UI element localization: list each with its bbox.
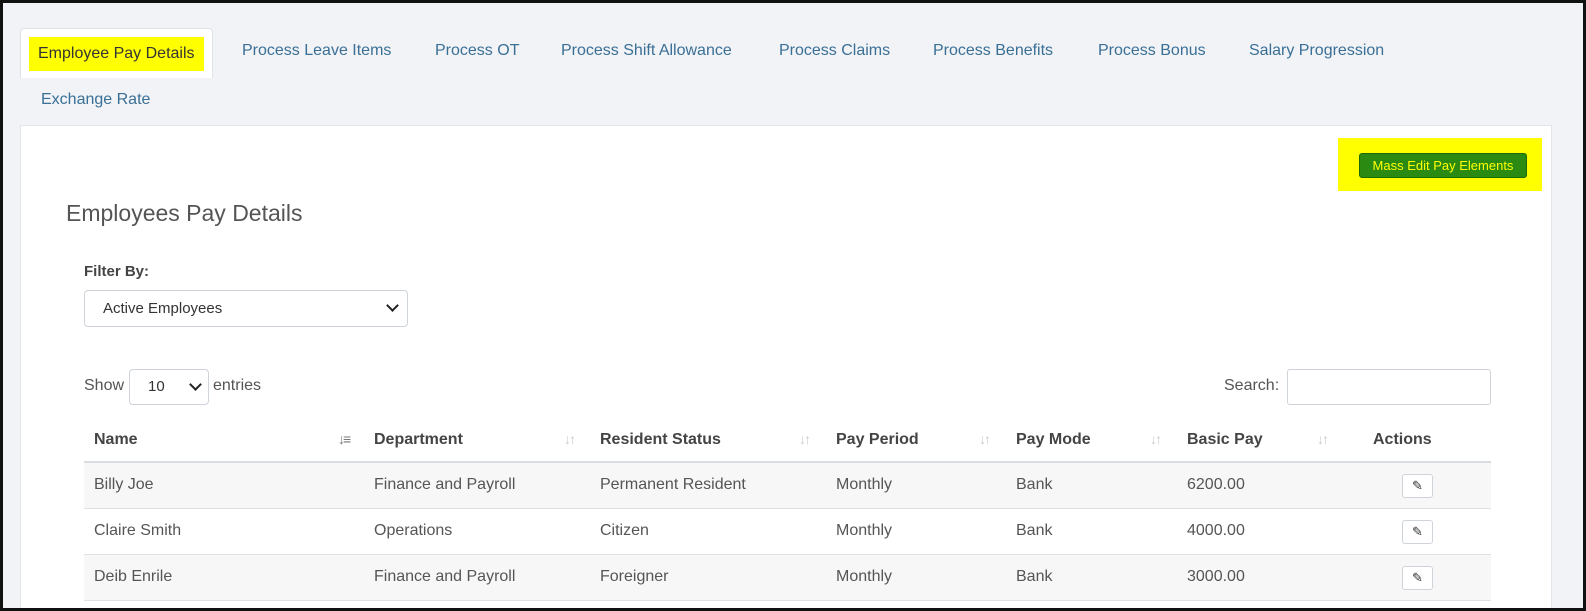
cell-basic-pay: 3000.00 [1187, 568, 1245, 585]
cell-pay-mode: Bank [1016, 522, 1053, 539]
pay-details-table: Name ↓≡ Department ↓↑ Resident Status ↓↑… [84, 423, 1491, 601]
chevron-down-icon [189, 378, 202, 391]
cell-basic-pay: 4000.00 [1187, 522, 1245, 539]
cell-basic-pay: 6200.00 [1187, 476, 1245, 493]
pencil-icon: ✎ [1412, 570, 1423, 585]
tab-label: Employee Pay Details [29, 37, 204, 71]
column-header-name[interactable]: Name [94, 431, 138, 449]
column-header-basic-pay[interactable]: Basic Pay [1187, 431, 1263, 449]
tab-process-claims[interactable]: Process Claims [779, 42, 890, 60]
table-row: Claire Smith Operations Citizen Monthly … [84, 509, 1491, 555]
chevron-down-icon [386, 299, 399, 312]
cell-department: Finance and Payroll [374, 476, 516, 493]
cell-name: Deib Enrile [94, 568, 173, 585]
search-label: Search: [1224, 377, 1280, 394]
table-row: Deib Enrile Finance and Payroll Foreigne… [84, 555, 1491, 601]
column-header-resident-status[interactable]: Resident Status [600, 431, 721, 449]
edit-row-button[interactable]: ✎ [1402, 474, 1433, 498]
tab-process-ot[interactable]: Process OT [435, 42, 519, 60]
filter-select[interactable]: Active Employees [84, 290, 408, 327]
sort-icon[interactable]: ↓↑ [799, 431, 811, 447]
filter-label: Filter By: [84, 263, 150, 280]
sort-icon[interactable]: ↓↑ [1150, 431, 1162, 447]
sort-icon[interactable]: ↓↑ [564, 431, 576, 447]
pay-details-card: Mass Edit Pay Elements Employees Pay Det… [20, 125, 1552, 608]
tab-process-leave-items[interactable]: Process Leave Items [242, 42, 391, 60]
column-header-pay-mode[interactable]: Pay Mode [1016, 431, 1091, 449]
column-header-pay-period[interactable]: Pay Period [836, 431, 919, 449]
edit-row-button[interactable]: ✎ [1402, 520, 1433, 544]
filter-select-value: Active Employees [103, 300, 223, 317]
sort-icon[interactable]: ↓≡ [338, 431, 351, 447]
mass-edit-pay-elements-button[interactable]: Mass Edit Pay Elements [1359, 153, 1527, 178]
entries-select[interactable]: 10 [129, 369, 209, 405]
mass-edit-highlight: Mass Edit Pay Elements [1338, 138, 1542, 191]
sort-icon[interactable]: ↓↑ [979, 431, 991, 447]
cell-resident-status: Foreigner [600, 568, 669, 585]
cell-pay-period: Monthly [836, 568, 893, 585]
pencil-icon: ✎ [1412, 524, 1423, 539]
pencil-icon: ✎ [1412, 478, 1423, 493]
cell-resident-status: Permanent Resident [600, 476, 746, 493]
edit-row-button[interactable]: ✎ [1402, 566, 1433, 590]
tab-process-shift-allowance[interactable]: Process Shift Allowance [561, 42, 732, 60]
show-label: Show [84, 377, 125, 394]
cell-resident-status: Citizen [600, 522, 649, 539]
cell-department: Operations [374, 522, 453, 539]
app-frame: Employee Pay Details Process Leave Items… [0, 0, 1586, 611]
column-header-department[interactable]: Department [374, 431, 463, 449]
tab-salary-progression[interactable]: Salary Progression [1249, 42, 1384, 60]
table-row: Billy Joe Finance and Payroll Permanent … [84, 463, 1491, 509]
cell-pay-mode: Bank [1016, 568, 1053, 585]
cell-pay-period: Monthly [836, 476, 893, 493]
tab-employee-pay-details[interactable]: Employee Pay Details [20, 28, 213, 78]
search-input[interactable] [1287, 369, 1491, 405]
tab-process-bonus[interactable]: Process Bonus [1098, 42, 1206, 60]
page-title: Employees Pay Details [66, 200, 303, 226]
table-header: Name ↓≡ Department ↓↑ Resident Status ↓↑… [84, 423, 1491, 463]
tab-process-benefits[interactable]: Process Benefits [933, 42, 1053, 60]
sort-icon[interactable]: ↓↑ [1317, 431, 1329, 447]
cell-name: Billy Joe [94, 476, 154, 493]
tab-exchange-rate[interactable]: Exchange Rate [41, 91, 150, 109]
entries-label: entries [213, 377, 262, 394]
entries-select-value: 10 [148, 378, 165, 395]
cell-pay-mode: Bank [1016, 476, 1053, 493]
cell-pay-period: Monthly [836, 522, 893, 539]
cell-name: Claire Smith [94, 522, 182, 539]
column-header-actions: Actions [1373, 431, 1432, 448]
cell-department: Finance and Payroll [374, 568, 516, 585]
